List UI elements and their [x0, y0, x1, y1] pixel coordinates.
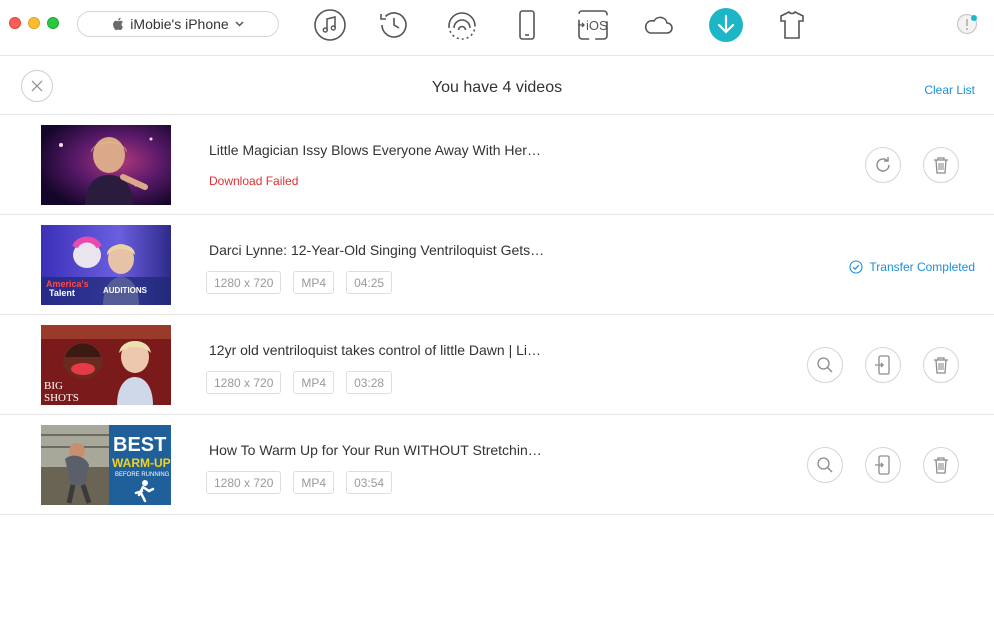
- send-to-device-button[interactable]: [865, 347, 901, 383]
- device-name: iMobie's iPhone: [130, 16, 229, 32]
- delete-button[interactable]: [923, 147, 959, 183]
- duration-chip: 03:28: [346, 371, 393, 394]
- thumbnail-text-3: AUDITIONS: [103, 286, 148, 295]
- wifi-icon[interactable]: [445, 8, 479, 42]
- thumbnail-text-1: BEST: [113, 434, 166, 456]
- device-selector[interactable]: iMobie's iPhone: [77, 11, 279, 37]
- video-meta: 1280 x 720 MP4 04:25: [206, 271, 393, 294]
- send-to-device-icon: [875, 455, 890, 475]
- duration-chip: 04:25: [346, 271, 393, 294]
- ios-label: iOS: [586, 18, 608, 33]
- clear-list-link[interactable]: Clear List: [924, 83, 975, 97]
- history-icon[interactable]: [377, 8, 411, 42]
- refresh-icon: [876, 157, 890, 172]
- format-chip: MP4: [293, 471, 335, 494]
- ios-transfer-icon[interactable]: iOS: [576, 8, 610, 42]
- window-maximize-button[interactable]: [47, 17, 59, 29]
- video-thumbnail[interactable]: BEST WARM-UP BEFORE RUNNING: [41, 425, 171, 505]
- send-to-device-button[interactable]: [865, 447, 901, 483]
- video-title: Little Magician Issy Blows Everyone Away…: [209, 142, 541, 158]
- video-title: 12yr old ventriloquist takes control of …: [209, 342, 542, 358]
- chevron-down-icon: [235, 21, 244, 27]
- video-title: How To Warm Up for Your Run WITHOUT Stre…: [209, 442, 542, 458]
- video-row: America's Talent AUDITIONS Darci Lynne: …: [0, 215, 994, 315]
- preview-button[interactable]: [807, 347, 843, 383]
- thumbnail-text-2: SHOTS: [44, 392, 79, 404]
- trash-icon: [934, 357, 948, 374]
- video-thumbnail[interactable]: America's Talent AUDITIONS: [41, 225, 171, 305]
- video-thumbnail[interactable]: BIG SHOTS: [41, 325, 171, 405]
- notification-icon[interactable]: [956, 13, 978, 35]
- list-header: You have 4 videos Clear List: [0, 57, 994, 115]
- retry-button[interactable]: [865, 147, 901, 183]
- video-row: BEST WARM-UP BEFORE RUNNING How To Warm …: [0, 415, 994, 515]
- format-chip: MP4: [293, 371, 335, 394]
- duration-chip: 03:54: [346, 471, 393, 494]
- window-close-button[interactable]: [9, 17, 21, 29]
- search-icon: [817, 357, 833, 373]
- transfer-status: Transfer Completed: [849, 260, 975, 274]
- thumbnail-text-2: WARM-UP: [112, 456, 171, 470]
- page-title: You have 4 videos: [431, 79, 563, 96]
- shirt-icon[interactable]: [775, 8, 809, 42]
- download-status: Download Failed: [209, 174, 299, 188]
- title-bar: iMobie's iPhone iOS: [0, 0, 994, 56]
- format-chip: MP4: [293, 271, 335, 294]
- thumbnail-text-3: BEFORE RUNNING: [115, 472, 170, 478]
- search-icon: [817, 457, 833, 473]
- check-circle-icon: [849, 260, 863, 274]
- trash-icon: [934, 457, 948, 474]
- transfer-status-label: Transfer Completed: [869, 260, 975, 274]
- video-meta: 1280 x 720 MP4 03:28: [206, 371, 393, 394]
- video-meta: 1280 x 720 MP4 03:54: [206, 471, 393, 494]
- video-title: Darci Lynne: 12-Year-Old Singing Ventril…: [209, 242, 545, 258]
- download-icon[interactable]: [709, 8, 743, 42]
- window-minimize-button[interactable]: [28, 17, 40, 29]
- cloud-icon[interactable]: [641, 8, 675, 42]
- delete-button[interactable]: [923, 347, 959, 383]
- thumbnail-text-2: Talent: [49, 288, 75, 298]
- music-icon[interactable]: [313, 8, 347, 42]
- resolution-chip: 1280 x 720: [206, 471, 282, 494]
- preview-button[interactable]: [807, 447, 843, 483]
- resolution-chip: 1280 x 720: [206, 371, 282, 394]
- resolution-chip: 1280 x 720: [206, 271, 282, 294]
- delete-button[interactable]: [923, 447, 959, 483]
- video-row: Little Magician Issy Blows Everyone Away…: [0, 115, 994, 215]
- phone-icon[interactable]: [510, 8, 544, 42]
- video-row: BIG SHOTS 12yr old ventriloquist takes c…: [0, 315, 994, 415]
- trash-icon: [934, 157, 948, 174]
- apple-icon: [113, 17, 124, 31]
- video-thumbnail[interactable]: [41, 125, 171, 205]
- thumbnail-text-1: BIG: [44, 380, 63, 392]
- send-to-device-icon: [875, 355, 890, 375]
